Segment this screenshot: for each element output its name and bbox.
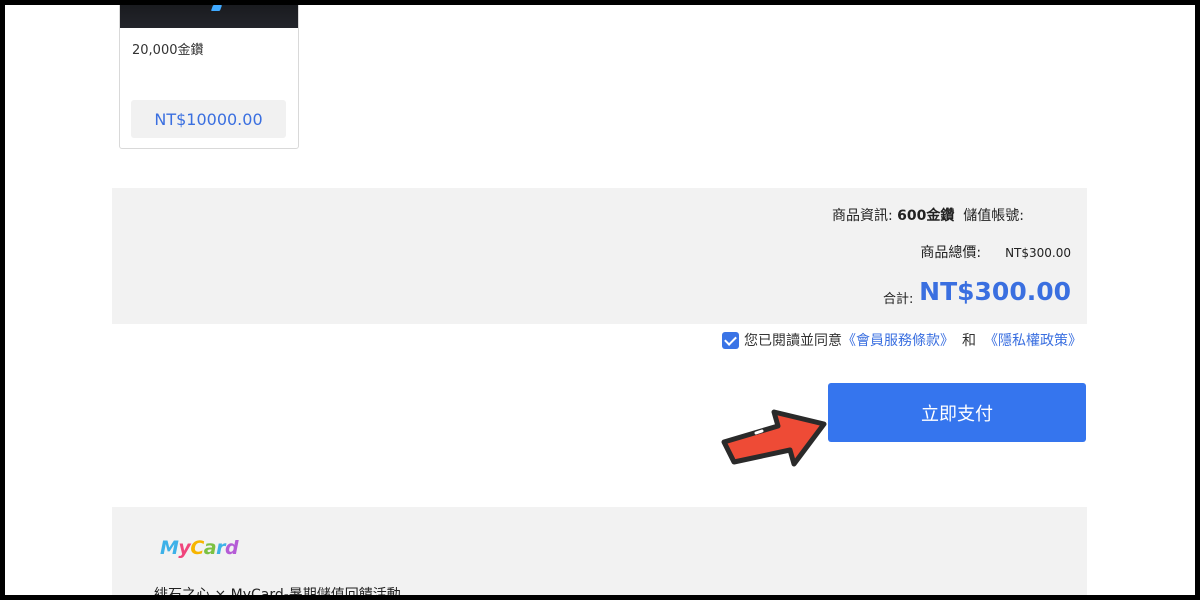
subtotal-value: NT$300.00 [1005,246,1071,260]
agreement-row: 您已閱讀並同意 《會員服務條款》 和 《隱私權政策》 [722,330,1082,350]
agreement-text: 您已閱讀並同意 [744,333,842,349]
product-info-row: 商品資訊: 600金鑽 儲值帳號: [832,205,1024,225]
mycard-logo: MyCard [160,537,239,559]
product-card[interactable]: 20,000金鑽 NT$ 10000.00 [119,0,299,149]
subtotal-label: 商品總價: [920,245,982,261]
diamond-icon [210,5,223,11]
agreement-and: 和 [962,333,976,349]
order-summary-panel: 商品資訊: 600金鑽 儲值帳號: 商品總價: NT$300.00 合計: NT$… [112,188,1087,324]
product-info-label: 商品資訊: [831,208,898,224]
product-image [120,0,298,28]
product-price[interactable]: NT$ 10000.00 [131,100,286,138]
product-info-value: 600金鑽 [897,208,955,224]
price-currency: NT$ [154,109,187,129]
pay-now-button[interactable]: 立即支付 [828,383,1086,442]
total-value: NT$300.00 [919,277,1071,306]
promo-panel: MyCard 緋石之心 × MyCard-暑期儲值回饋活動 [112,507,1087,600]
privacy-link[interactable]: 《隱私權政策》 [984,330,1082,350]
promo-title[interactable]: 緋石之心 × MyCard-暑期儲值回饋活動 [154,584,401,600]
pointer-arrow-icon [721,409,827,467]
terms-link[interactable]: 《會員服務條款》 [842,330,954,350]
total-label: 合計: [883,292,914,307]
subtotal-row: 商品總價: NT$300.00 [920,242,1071,262]
price-value: 10000.00 [186,109,263,129]
product-name: 20,000金鑽 [132,43,204,58]
checkbox-checked-icon[interactable] [722,331,739,349]
account-label: 儲值帳號: [963,208,1024,224]
